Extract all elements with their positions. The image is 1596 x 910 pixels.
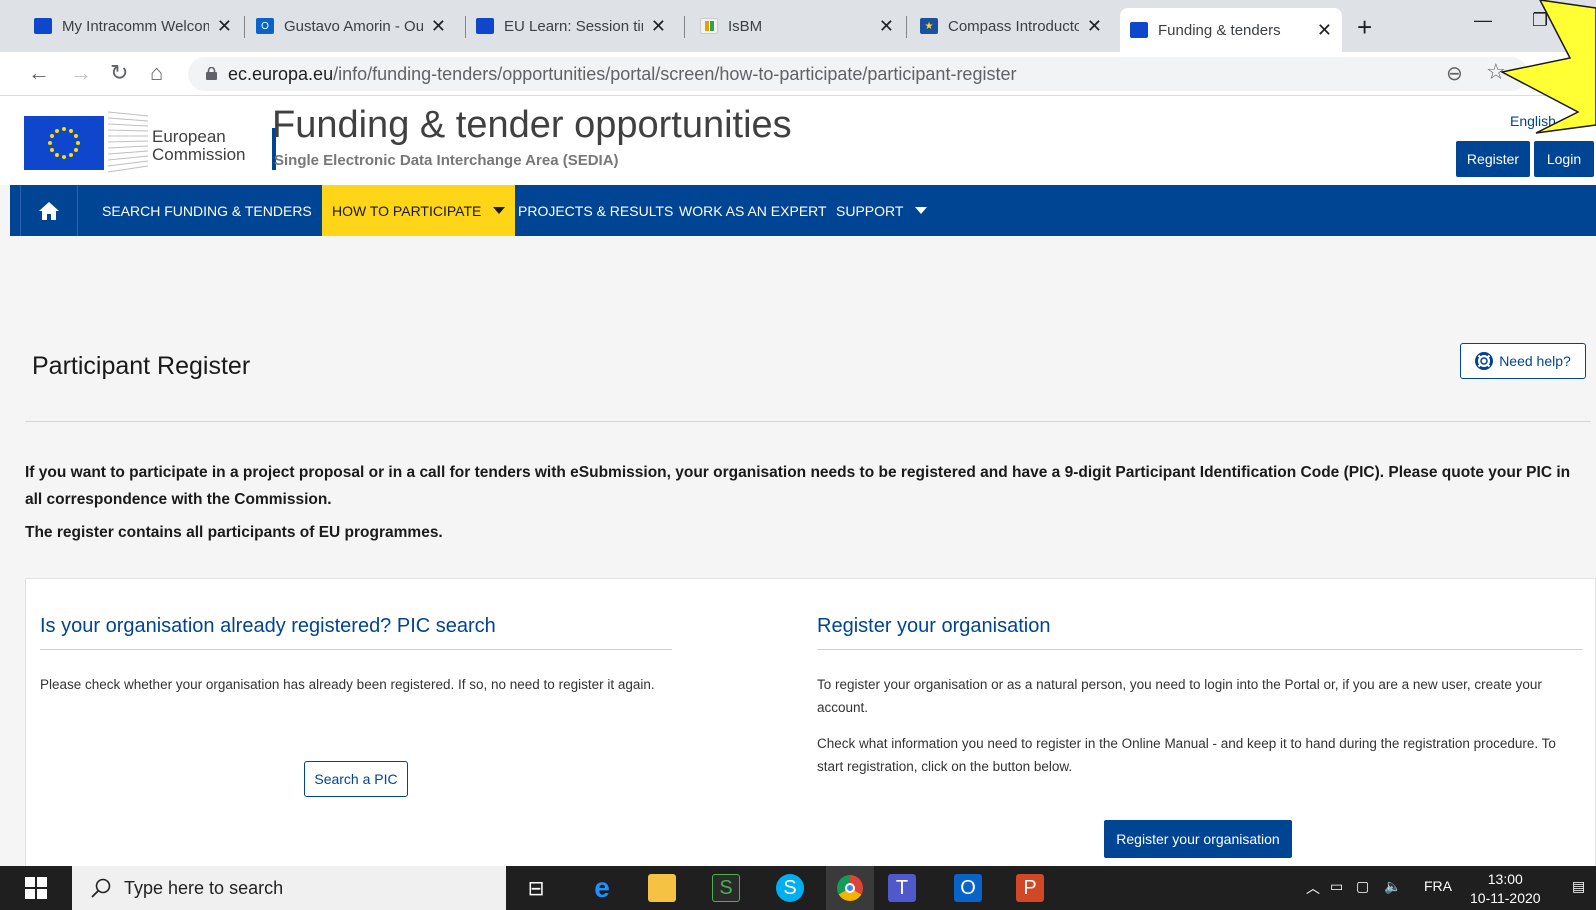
page-title: Participant Register [32, 352, 251, 380]
eu-flag-icon [476, 18, 494, 34]
browser-tab[interactable]: EU Learn: Session time ✕ [466, 8, 676, 44]
network-icon[interactable]: ▢ [1356, 878, 1369, 895]
nav-home[interactable] [20, 185, 78, 236]
outlook-icon: O [256, 18, 274, 34]
url-field[interactable]: ec.europa.eu/info/funding-tenders/opport… [188, 57, 1528, 91]
file-explorer-icon[interactable] [648, 874, 676, 902]
tab-title: My Intracomm Welcome [62, 17, 209, 35]
tab-title: Gustavo Amorin - Outlook [284, 17, 423, 35]
pic-search-text: Please check whether your organisation h… [40, 677, 655, 692]
login-button[interactable]: Login [1534, 141, 1594, 177]
nav-support[interactable]: SUPPORT [836, 185, 928, 236]
close-icon[interactable]: ✕ [1087, 16, 1102, 37]
lifebuoy-icon [1475, 352, 1494, 370]
chevron-down-icon [915, 207, 928, 214]
main-navigation: SEARCH FUNDING & TENDERS HOW TO PARTICIP… [10, 185, 1596, 236]
chevron-down-icon [493, 207, 506, 214]
close-icon[interactable]: ✕ [217, 16, 232, 37]
site-subtitle: Single Electronic Data Interchange Area … [274, 152, 619, 169]
browser-tab[interactable]: My Intracomm Welcome ✕ [24, 8, 242, 44]
address-bar: ← → ↻ ⌂ ec.europa.eu/info/funding-tender… [0, 52, 1596, 96]
skype-icon[interactable]: S [776, 874, 804, 902]
home-icon[interactable]: ⌂ [150, 60, 163, 86]
eu-flag-icon [24, 116, 104, 170]
outlook-icon[interactable]: O [954, 874, 982, 902]
close-icon[interactable]: ✕ [651, 16, 666, 37]
notifications-icon[interactable]: ▤ [1572, 878, 1585, 895]
browser-tab[interactable]: ★ Compass Introductory ✕ [910, 8, 1112, 44]
task-view-icon[interactable]: ⊟ [522, 874, 550, 902]
battery-icon[interactable]: ▭ [1330, 878, 1343, 895]
close-icon[interactable]: ✕ [879, 16, 894, 37]
input-language[interactable]: FRA [1424, 878, 1452, 894]
nav-search-funding[interactable]: SEARCH FUNDING & TENDERS [92, 185, 346, 236]
isbm-icon [700, 18, 718, 34]
forward-icon[interactable]: → [70, 60, 92, 86]
volume-icon[interactable]: 🔈 [1384, 878, 1401, 895]
logo-text: European Commission [152, 127, 246, 164]
lock-icon [206, 67, 217, 80]
powerpoint-icon[interactable]: P [1016, 874, 1044, 902]
browser-tab-bar: My Intracomm Welcome ✕ O Gustavo Amorin … [0, 0, 1596, 52]
register-organisation-title: Register your organisation [817, 615, 1051, 637]
register-organisation-text: To register your organisation or as a na… [817, 677, 1542, 715]
tab-title: IsBM [728, 17, 763, 35]
chrome-icon[interactable] [826, 866, 874, 910]
tab-title: EU Learn: Session time [504, 17, 643, 35]
edge-icon[interactable]: e [588, 872, 616, 903]
chevron-up-icon[interactable]: ︿ [1306, 878, 1320, 898]
taskbar-search-input[interactable]: Type here to search [72, 866, 506, 910]
minimize-icon[interactable]: — [1474, 10, 1492, 31]
tab-title: Compass Introductory [948, 17, 1079, 35]
callout-annotation [1500, 0, 1596, 134]
need-help-button[interactable]: Need help? [1460, 343, 1586, 379]
browser-tab[interactable]: O Gustavo Amorin - Outlook ✕ [246, 8, 456, 44]
register-organisation-instructions: Check what information you need to regis… [817, 736, 1556, 774]
start-button[interactable] [0, 866, 72, 910]
tab-title: Funding & tenders [1158, 21, 1281, 39]
app-icon[interactable]: S [712, 874, 740, 902]
site-header: European Commission Funding & tender opp… [0, 96, 1596, 185]
windows-icon [25, 877, 47, 899]
close-icon[interactable]: ✕ [431, 16, 446, 37]
new-tab-button[interactable]: + [1357, 12, 1372, 43]
divider [25, 421, 1591, 422]
european-commission-logo[interactable]: European Commission [24, 108, 276, 173]
pic-search-title: Is your organisation already registered?… [40, 615, 496, 637]
browser-tab[interactable]: IsBM ✕ [690, 8, 904, 44]
intro-text-secondary: The register contains all participants o… [25, 524, 443, 541]
nav-how-to-participate[interactable]: HOW TO PARTICIPATE [322, 185, 516, 236]
back-icon[interactable]: ← [28, 60, 50, 86]
reload-icon[interactable]: ↻ [110, 60, 128, 86]
close-icon[interactable]: ✕ [1317, 20, 1332, 41]
nav-projects-results[interactable]: PROJECTS & RESULTS [518, 185, 673, 236]
zoom-out-icon[interactable]: ⊖ [1446, 61, 1463, 86]
teams-icon[interactable]: T [888, 874, 916, 902]
nav-work-as-expert[interactable]: WORK AS AN EXPERT [679, 185, 827, 236]
url-text: ec.europa.eu/info/funding-tenders/opport… [228, 64, 1017, 84]
compass-icon: ★ [920, 18, 938, 34]
site-title: Funding & tender opportunities [272, 104, 792, 146]
eu-flag-icon [34, 18, 52, 34]
eu-flag-icon [1130, 22, 1148, 38]
home-icon [39, 201, 59, 220]
intro-text: If you want to participate in a project … [25, 464, 1571, 508]
system-clock[interactable]: 13:00 10-11-2020 [1470, 870, 1541, 908]
browser-tab-active[interactable]: Funding & tenders ✕ [1120, 8, 1342, 52]
register-organisation-button[interactable]: Register your organisation [1104, 820, 1292, 858]
search-pic-button[interactable]: Search a PIC [304, 761, 408, 797]
register-button[interactable]: Register [1456, 141, 1530, 177]
registration-panel: Is your organisation already registered?… [25, 578, 1596, 868]
windows-taskbar: Type here to search ⊟ e S S T O P ︿ ▭ ▢ … [0, 866, 1596, 910]
search-icon [91, 878, 111, 898]
